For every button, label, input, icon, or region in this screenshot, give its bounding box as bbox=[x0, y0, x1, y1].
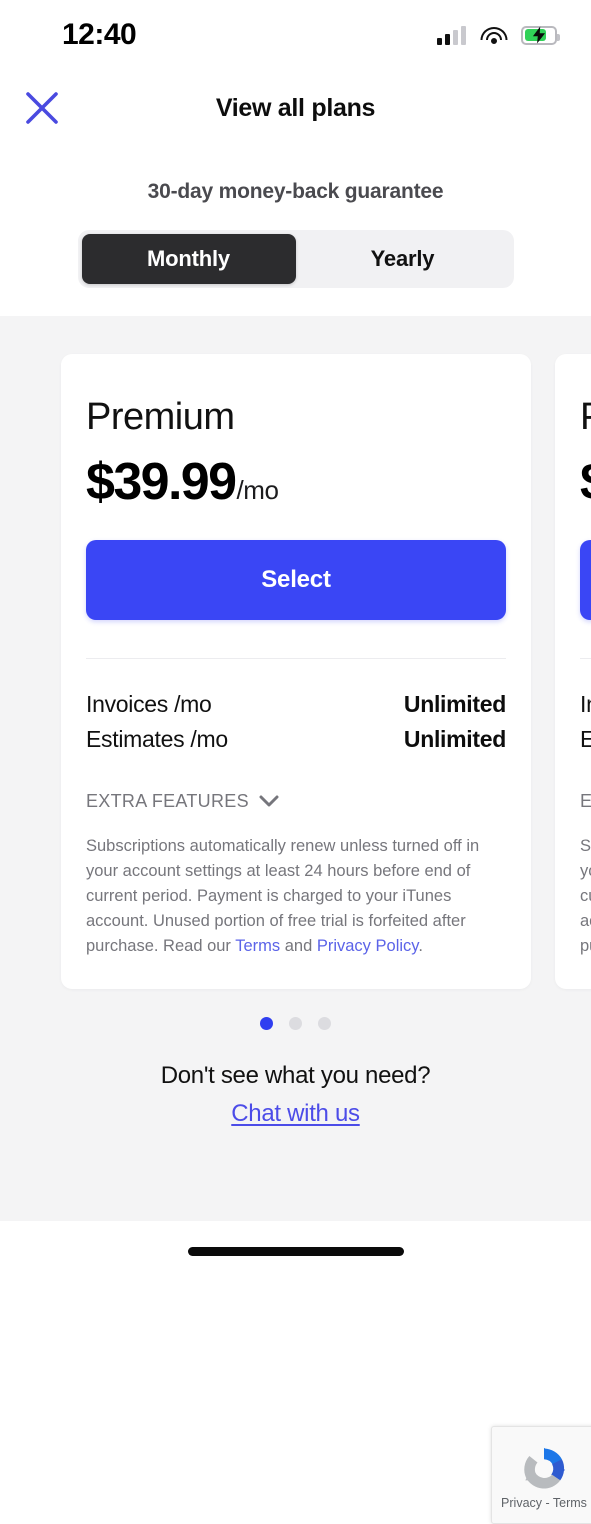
status-bar: 12:40 bbox=[0, 0, 591, 70]
plan-price-row: $39.99 /mo bbox=[580, 452, 591, 512]
terms-link[interactable]: Terms bbox=[235, 937, 280, 955]
extra-features-label: EXTRA FEATURES bbox=[86, 790, 249, 811]
status-bar-indicators bbox=[437, 25, 560, 45]
tab-yearly[interactable]: Yearly bbox=[296, 234, 510, 284]
feature-label: Estimates /mo bbox=[86, 725, 228, 752]
plan-card[interactable]: Premium $39.99 /mo Select Invoices /mo U… bbox=[555, 354, 591, 990]
privacy-policy-link[interactable]: Privacy Policy bbox=[317, 937, 418, 955]
home-indicator[interactable] bbox=[187, 1246, 404, 1256]
feature-value: Unlimited bbox=[403, 725, 506, 752]
status-bar-clock: 12:40 bbox=[62, 18, 137, 51]
plan-name: Premium bbox=[86, 396, 235, 438]
page-title: View all plans bbox=[215, 93, 376, 122]
money-back-guarantee-text: 30-day money-back guarantee bbox=[147, 180, 444, 203]
plan-price: $39.99 bbox=[86, 452, 237, 511]
card-divider bbox=[86, 657, 506, 659]
close-x-icon bbox=[26, 92, 58, 124]
legal-text: Subscriptions automatically renew unless… bbox=[580, 834, 591, 959]
select-plan-button[interactable]: Select bbox=[580, 539, 591, 620]
wifi-icon bbox=[480, 26, 507, 45]
legal-body: Subscriptions automatically renew unless… bbox=[580, 836, 591, 956]
help-question: Don't see what you need? bbox=[160, 1062, 431, 1090]
plan-price: $39.99 bbox=[580, 452, 591, 512]
feature-row: Invoices /mo Unlimited bbox=[86, 687, 506, 722]
pagination-dot[interactable] bbox=[289, 1017, 302, 1031]
extra-features-toggle[interactable]: EXTRA FEATURES bbox=[580, 791, 591, 812]
battery-charging-icon bbox=[521, 25, 560, 45]
tab-monthly[interactable]: Monthly bbox=[81, 234, 296, 284]
feature-row: Invoices /mo Unlimited bbox=[580, 687, 591, 722]
plan-name: Premium bbox=[580, 397, 591, 438]
promo-section: 30-day money-back guarantee Monthly Year… bbox=[0, 146, 591, 316]
home-indicator-area bbox=[0, 1222, 591, 1280]
billing-toggle: Monthly Yearly bbox=[0, 230, 591, 288]
plan-period: /mo bbox=[236, 474, 279, 505]
plans-section: Premium $39.99 /mo Select Invoices /mo U… bbox=[0, 316, 591, 1524]
pagination-dot[interactable] bbox=[260, 1017, 273, 1031]
extra-features-label: EXTRA FEATURES bbox=[580, 790, 591, 811]
select-plan-button[interactable]: Select bbox=[86, 539, 506, 620]
feature-row: Estimates /mo Unlimited bbox=[580, 722, 591, 757]
lightning-bolt-icon bbox=[532, 26, 546, 44]
pagination-dot[interactable] bbox=[318, 1017, 331, 1031]
carousel-pagination bbox=[0, 1017, 591, 1031]
recaptcha-badge[interactable]: Privacy - Terms bbox=[491, 1426, 591, 1524]
feature-value: Unlimited bbox=[403, 690, 506, 717]
plan-card[interactable]: Premium $39.99 /mo Select Invoices /mo U… bbox=[61, 354, 531, 990]
recaptcha-logo-icon bbox=[524, 1447, 566, 1489]
chevron-down-icon bbox=[259, 795, 279, 807]
plan-price-row: $39.99 /mo bbox=[86, 452, 506, 512]
page-header: View all plans bbox=[0, 70, 591, 146]
cellular-signal-icon bbox=[437, 25, 466, 45]
chat-with-us-link[interactable]: Chat with us bbox=[231, 1100, 360, 1128]
legal-text: Subscriptions automatically renew unless… bbox=[86, 834, 506, 959]
feature-label: Invoices /mo bbox=[86, 690, 212, 717]
legal-tail: . bbox=[418, 937, 423, 956]
card-divider bbox=[580, 657, 591, 659]
extra-features-toggle[interactable]: EXTRA FEATURES bbox=[86, 791, 506, 812]
close-button[interactable] bbox=[20, 86, 64, 130]
feature-label: Invoices /mo bbox=[580, 690, 591, 717]
legal-conjunction: and bbox=[280, 937, 317, 956]
help-section: Don't see what you need? Chat with us bbox=[0, 1030, 591, 1128]
feature-label: Estimates /mo bbox=[580, 725, 591, 752]
plans-carousel[interactable]: Premium $39.99 /mo Select Invoices /mo U… bbox=[0, 354, 591, 990]
recaptcha-privacy-terms-text: Privacy - Terms bbox=[501, 1495, 587, 1510]
feature-row: Estimates /mo Unlimited bbox=[86, 722, 506, 757]
